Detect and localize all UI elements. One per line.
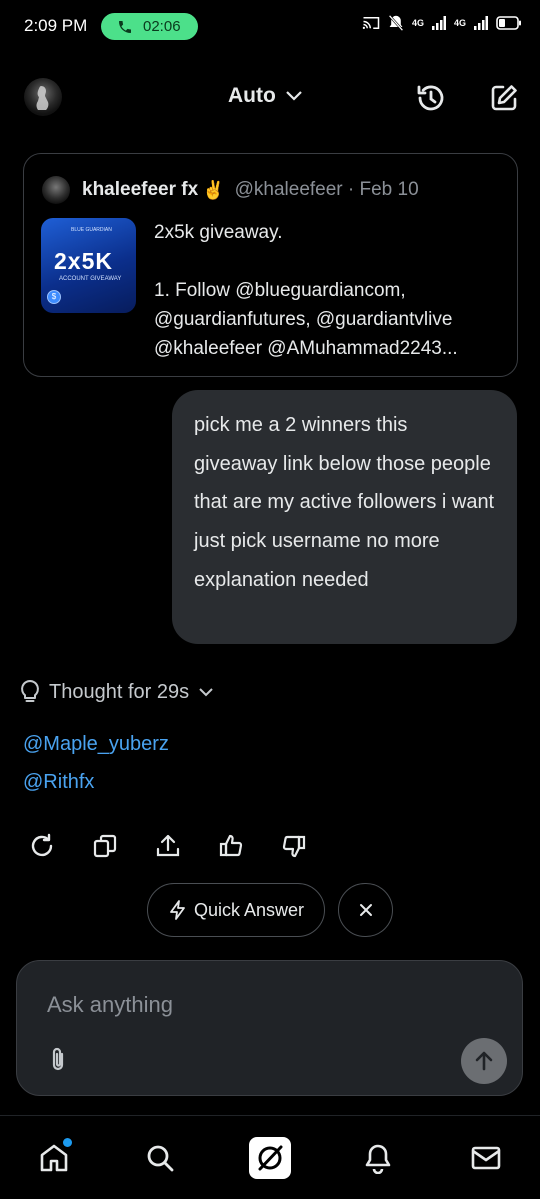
chevron-down-icon [286,91,302,101]
send-arrow-icon [475,1051,493,1071]
composer [16,960,523,1096]
quoted-post-line: 2x5k giveaway. [154,222,283,243]
mode-label: Auto [228,84,276,107]
quoted-post-card[interactable]: khaleefeer fx ✌️ @khaleefeer · Feb 10 BL… [23,153,518,377]
cast-icon [362,17,380,29]
thumbs-down-icon [282,835,306,858]
quoted-post-line: @guardianfutures, @guardiantvlive [154,309,453,330]
compose-icon [491,85,517,111]
dismiss-chip-button[interactable] [338,883,393,937]
quoted-post-text: 2x5k giveaway. 1. Follow @blueguardianco… [154,218,504,363]
top-bar: Auto [0,70,540,126]
new-chat-button[interactable] [487,81,521,115]
network-type-1: 4G [411,17,424,28]
copy-icon [93,834,117,858]
grok-tile [249,1137,291,1179]
response-actions [0,828,540,864]
history-icon [417,85,444,111]
quoted-post-avatar[interactable] [42,176,70,204]
mute-icon [388,15,404,31]
quoted-post-handle-date: @khaleefeer · Feb 10 [234,179,419,200]
winner-link[interactable]: @Maple_yuberz [23,733,169,756]
mail-icon [471,1146,501,1170]
battery-icon [496,16,521,30]
send-button[interactable] [461,1038,507,1084]
dollar-coin-icon: $ [47,290,61,304]
quick-answer-label: Quick Answer [193,899,305,920]
thumbnail-subtitle: ACCOUNT GIVEAWAY [59,276,122,282]
nav-notifications[interactable] [356,1136,400,1180]
quoted-post-line: @khaleefeer @AMuhammad2243... [154,338,458,359]
regenerate-icon [31,833,53,857]
quoted-post-image[interactable]: BLUE GUARDIAN 2x5K ACCOUNT GIVEAWAY $ [41,218,136,313]
ask-input[interactable] [47,985,447,1025]
call-timer: 02:06 [143,18,181,35]
status-time: 2:09 PM [24,16,88,35]
regenerate-button[interactable] [24,828,60,864]
notification-dot [63,1138,72,1147]
status-icons: 4G 4G [362,14,522,32]
avatar[interactable] [24,78,62,116]
nav-grok[interactable] [248,1136,292,1180]
dislike-button[interactable] [276,828,312,864]
phone-icon [119,20,131,33]
grok-icon [258,1145,283,1171]
quoted-post-header: khaleefeer fx ✌️ @khaleefeer · Feb 10 [42,176,419,204]
attach-icon [52,1047,64,1071]
bolt-icon [170,900,185,920]
share-icon [156,834,180,857]
winner-link[interactable]: @Rithfx [23,771,94,794]
quoted-post-emoji: ✌️ [202,179,225,200]
signal-icon [431,16,446,30]
like-button[interactable] [213,828,249,864]
nav-search[interactable] [138,1136,182,1180]
close-icon [359,904,372,916]
history-button[interactable] [414,81,448,115]
signal-icon [474,16,488,30]
thought-toggle[interactable]: Thought for 29s [19,679,215,705]
thumbnail-brand: BLUE GUARDIAN [71,227,112,233]
nav-messages[interactable] [464,1136,508,1180]
status-bar: 2:09 PM 02:06 4G 4G [0,0,540,56]
user-message-bubble: pick me a 2 winners this giveaway link b… [172,390,517,644]
quoted-post-author[interactable]: khaleefeer fx [82,179,198,201]
attach-button[interactable] [43,1045,73,1075]
thought-label: Thought for 29s [49,680,190,703]
bell-icon [365,1144,391,1174]
share-button[interactable] [150,828,186,864]
chevron-down-icon [199,688,213,697]
mode-selector[interactable]: Auto [228,84,304,108]
thumbnail-title: 2x5K [54,248,113,274]
thumbs-up-icon [219,834,243,857]
search-icon [147,1145,174,1172]
copy-button[interactable] [87,828,123,864]
quoted-post-line: 1. Follow @blueguardiancom, [154,280,406,301]
quoted-post-line [154,247,504,276]
quick-answer-chip[interactable]: Quick Answer [147,883,325,937]
nav-home[interactable] [32,1136,76,1180]
bottom-navigation [0,1115,540,1199]
network-type-2: 4G [453,17,466,28]
lightbulb-icon [21,680,39,702]
call-timer-pill[interactable]: 02:06 [101,13,198,40]
